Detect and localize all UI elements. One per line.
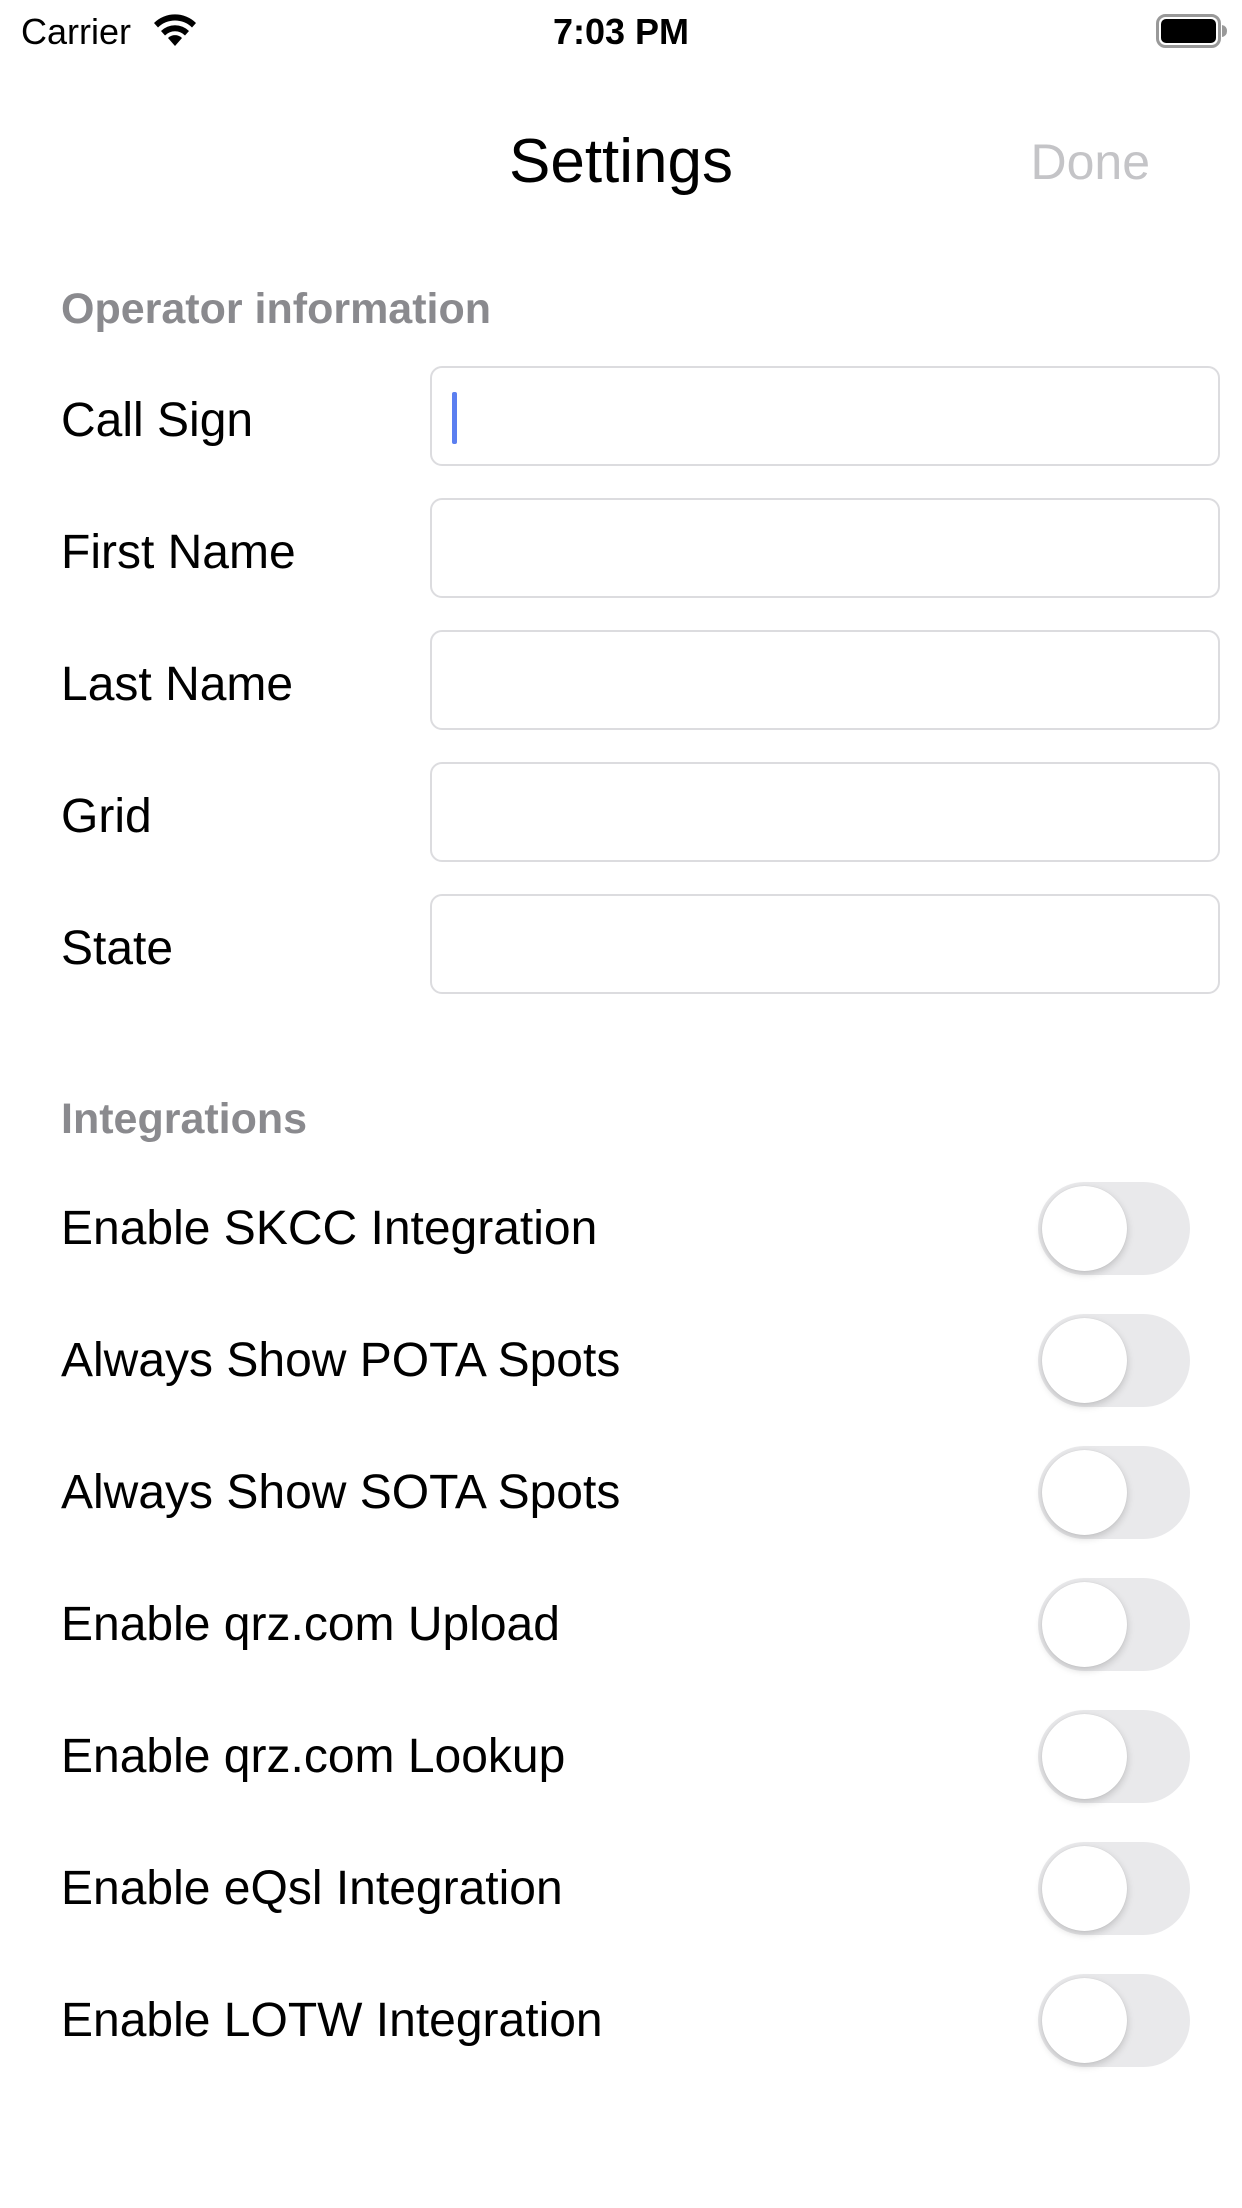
pota-spots-toggle[interactable] xyxy=(1038,1314,1190,1407)
sota-spots-label: Always Show SOTA Spots xyxy=(61,1466,621,1519)
toggle-knob xyxy=(1042,1714,1127,1799)
section-header-operator-information: Operator information xyxy=(61,285,492,333)
call-sign-label: Call Sign xyxy=(61,394,254,447)
toggle-row-eqsl: Enable eQsl Integration xyxy=(0,1840,1242,1940)
toggle-knob xyxy=(1042,1978,1127,2063)
eqsl-integration-label: Enable eQsl Integration xyxy=(61,1862,563,1915)
toggle-row-pota: Always Show POTA Spots xyxy=(0,1312,1242,1412)
status-bar: Carrier 7:03 PM xyxy=(0,0,1242,66)
toggle-knob xyxy=(1042,1582,1127,1667)
last-name-label: Last Name xyxy=(61,658,294,711)
toggle-row-sota: Always Show SOTA Spots xyxy=(0,1444,1242,1544)
field-row-call-sign: Call Sign xyxy=(0,366,1242,470)
sota-spots-toggle[interactable] xyxy=(1038,1446,1190,1539)
call-sign-input[interactable] xyxy=(430,366,1220,466)
section-header-integrations: Integrations xyxy=(61,1095,308,1143)
toggle-knob xyxy=(1042,1846,1127,1931)
state-label: State xyxy=(61,922,174,975)
grid-label: Grid xyxy=(61,790,152,843)
pota-spots-label: Always Show POTA Spots xyxy=(61,1334,621,1387)
text-cursor xyxy=(452,392,457,444)
grid-input[interactable] xyxy=(430,762,1220,862)
qrz-lookup-toggle[interactable] xyxy=(1038,1710,1190,1803)
first-name-input[interactable] xyxy=(430,498,1220,598)
skcc-integration-toggle[interactable] xyxy=(1038,1182,1190,1275)
state-input[interactable] xyxy=(430,894,1220,994)
qrz-upload-label: Enable qrz.com Upload xyxy=(61,1598,560,1651)
field-row-grid: Grid xyxy=(0,762,1242,866)
last-name-input[interactable] xyxy=(430,630,1220,730)
toggle-row-lotw: Enable LOTW Integration xyxy=(0,1972,1242,2072)
done-button[interactable]: Done xyxy=(1030,130,1150,194)
toggle-row-skcc: Enable SKCC Integration xyxy=(0,1180,1242,1280)
lotw-integration-label: Enable LOTW Integration xyxy=(61,1994,603,2047)
first-name-label: First Name xyxy=(61,526,296,579)
qrz-lookup-label: Enable qrz.com Lookup xyxy=(61,1730,566,1783)
field-row-first-name: First Name xyxy=(0,498,1242,602)
toggle-knob xyxy=(1042,1318,1127,1403)
field-row-last-name: Last Name xyxy=(0,630,1242,734)
field-row-state: State xyxy=(0,894,1242,998)
skcc-integration-label: Enable SKCC Integration xyxy=(61,1202,598,1255)
lotw-integration-toggle[interactable] xyxy=(1038,1974,1190,2067)
battery-icon xyxy=(1156,14,1227,48)
toggle-row-qrz-upload: Enable qrz.com Upload xyxy=(0,1576,1242,1676)
eqsl-integration-toggle[interactable] xyxy=(1038,1842,1190,1935)
toggle-knob xyxy=(1042,1186,1127,1271)
qrz-upload-toggle[interactable] xyxy=(1038,1578,1190,1671)
toggle-row-qrz-lookup: Enable qrz.com Lookup xyxy=(0,1708,1242,1808)
status-time: 7:03 PM xyxy=(552,11,690,52)
toggle-knob xyxy=(1042,1450,1127,1535)
